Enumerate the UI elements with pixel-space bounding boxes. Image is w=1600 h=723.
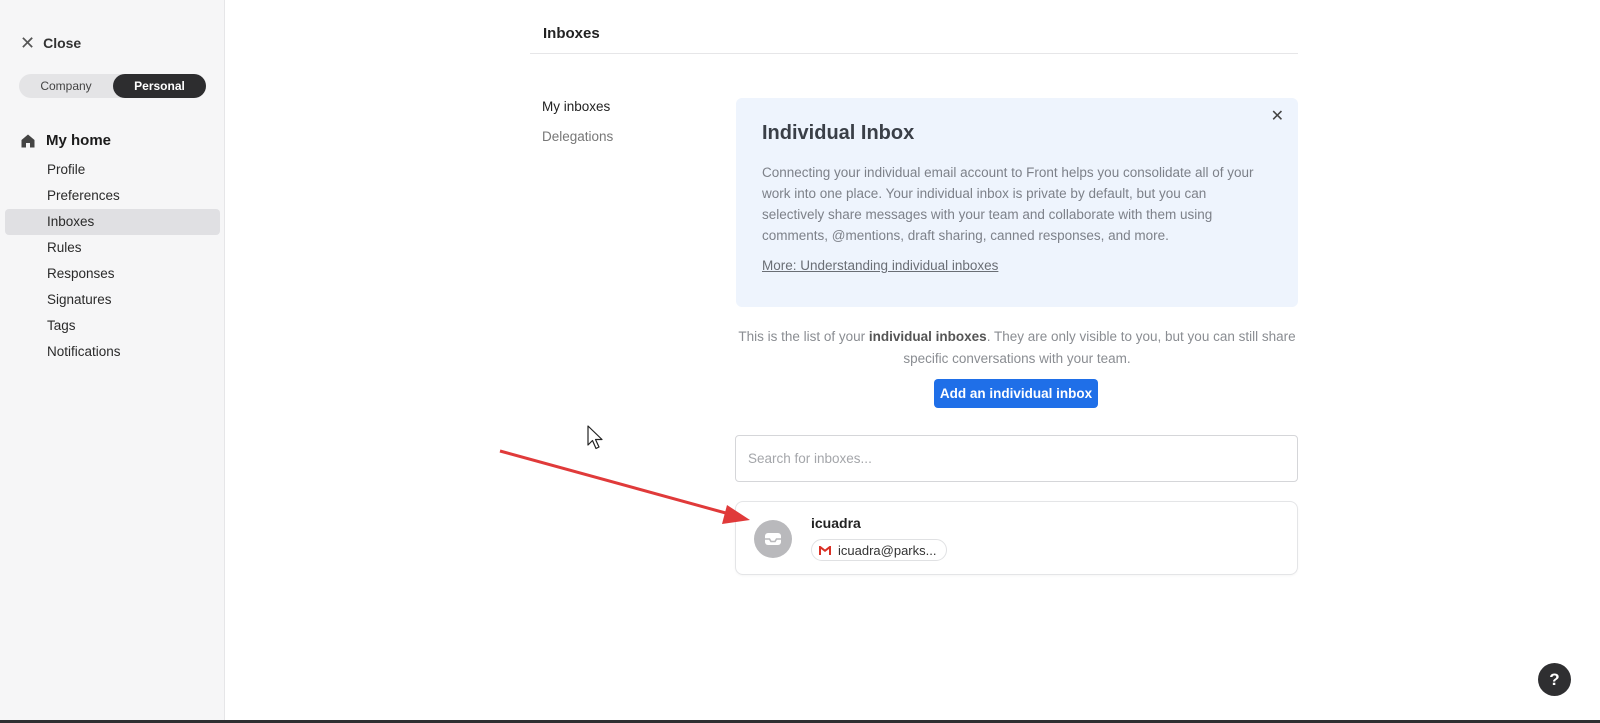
my-home-label: My home xyxy=(46,132,112,149)
scope-personal-option[interactable]: Personal xyxy=(113,74,206,98)
inbox-tray-icon xyxy=(765,533,781,545)
inbox-address: icuadra@parks... xyxy=(838,542,937,558)
sidebar-item-profile[interactable]: Profile xyxy=(5,157,220,183)
inbox-list-item[interactable]: icuadra icuadra@parks... xyxy=(735,501,1298,575)
inbox-avatar xyxy=(754,520,792,558)
page-title: Inboxes xyxy=(543,25,600,42)
close-icon: ✕ xyxy=(20,33,36,53)
header-divider xyxy=(530,53,1298,54)
gmail-icon xyxy=(818,545,832,555)
tab-my-inboxes[interactable]: My inboxes xyxy=(542,99,610,114)
close-label: Close xyxy=(43,35,82,51)
list-note-bold: individual inboxes xyxy=(868,329,987,344)
close-button[interactable]: ✕ Close xyxy=(20,34,81,52)
tab-delegations[interactable]: Delegations xyxy=(542,129,613,144)
info-box-title: Individual Inbox xyxy=(762,122,915,144)
sidebar-item-tags[interactable]: Tags xyxy=(5,313,220,339)
mouse-cursor-icon xyxy=(587,425,603,450)
individual-inbox-info-box: Individual Inbox ✕ Connecting your indiv… xyxy=(736,98,1298,307)
scope-toggle: Company Personal xyxy=(19,74,206,98)
inbox-name: icuadra xyxy=(811,515,861,531)
search-inboxes-input[interactable] xyxy=(735,435,1298,482)
sidebar-item-inboxes[interactable]: Inboxes xyxy=(5,209,220,235)
help-button[interactable]: ? xyxy=(1538,663,1571,696)
inbox-address-chip: icuadra@parks... xyxy=(811,539,948,561)
sidebar-item-signatures[interactable]: Signatures xyxy=(5,287,220,313)
sidebar-nav: Profile Preferences Inboxes Rules Respon… xyxy=(5,157,220,365)
understanding-inboxes-link[interactable]: More: Understanding individual inboxes xyxy=(762,258,998,273)
inbox-list-note: This is the list of your individual inbo… xyxy=(736,326,1298,370)
home-icon xyxy=(21,134,35,147)
sidebar-item-rules[interactable]: Rules xyxy=(5,235,220,261)
scope-company-option[interactable]: Company xyxy=(19,74,113,98)
sidebar-item-preferences[interactable]: Preferences xyxy=(5,183,220,209)
add-individual-inbox-button[interactable]: Add an individual inbox xyxy=(934,379,1098,408)
my-home-section[interactable]: My home xyxy=(20,132,111,149)
sidebar-item-notifications[interactable]: Notifications xyxy=(5,339,220,365)
list-note-prefix: This is the list of your xyxy=(738,329,869,344)
settings-sidebar: ✕ Close Company Personal My home Profile… xyxy=(0,0,225,723)
dismiss-info-icon[interactable]: ✕ xyxy=(1271,106,1284,126)
sidebar-item-responses[interactable]: Responses xyxy=(5,261,220,287)
info-box-description: Connecting your individual email account… xyxy=(762,165,1254,243)
